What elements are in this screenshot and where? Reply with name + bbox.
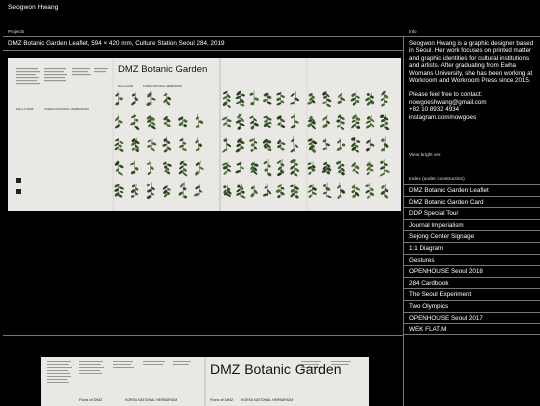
index-item[interactable]: Two Olympics bbox=[404, 300, 540, 312]
index-item[interactable]: 284 Cardbook bbox=[404, 277, 540, 289]
view-bright-link[interactable]: View bright ver. bbox=[409, 153, 442, 158]
index-item[interactable]: DMZ Botanic Garden Leaflet bbox=[404, 184, 540, 196]
info-column: Seogwon Hwang is a graphic designer base… bbox=[404, 36, 540, 406]
cover-sub-2: KOREA NATIONAL HERBARIUM bbox=[241, 398, 293, 402]
spread-left-sub-2: KOREA NATIONAL HERBARIUM bbox=[44, 107, 89, 111]
cover-left-sub-2: KOREA NATIONAL HERBARIUM bbox=[125, 398, 177, 402]
email-link[interactable]: nowgoeshwang@gmail.com bbox=[409, 99, 537, 106]
phone-text: +82 10 8932 4934 bbox=[409, 106, 537, 113]
cover-left-sub-1: Flora of DMZ bbox=[79, 397, 103, 402]
project-image-leaflet-cover[interactable]: Flora of DMZ KOREA NATIONAL HERBARIUM DM… bbox=[41, 357, 369, 406]
site-title[interactable]: Seogwon Hwang bbox=[8, 4, 58, 11]
index-item[interactable]: 1:1 Diagram bbox=[404, 242, 540, 254]
project-image-leaflet-spread[interactable]: Flora of DMZ KOREA NATIONAL HERBARIUM DM… bbox=[8, 58, 401, 211]
index-item[interactable]: WEK FLAT.M bbox=[404, 323, 540, 335]
leaflet-cover-graphic: Flora of DMZ KOREA NATIONAL HERBARIUM DM… bbox=[41, 357, 369, 406]
bio-block: Seogwon Hwang is a graphic designer base… bbox=[409, 40, 537, 121]
projects-label: Projects bbox=[8, 29, 24, 34]
index-item[interactable]: Gestures bbox=[404, 254, 540, 266]
spread-left-sub-1: Flora of DMZ bbox=[16, 107, 34, 111]
contact-intro: Please feel free to contact: bbox=[409, 91, 537, 98]
index-item[interactable]: OPENHOUSE Seoul 2018 bbox=[404, 265, 540, 277]
caption-divider bbox=[3, 50, 403, 51]
index-item[interactable]: Journal Imperialism bbox=[404, 219, 540, 231]
index-item[interactable]: The Seoul Experiment bbox=[404, 288, 540, 300]
project-divider bbox=[3, 335, 403, 336]
leaflet-spread-graphic: Flora of DMZ KOREA NATIONAL HERBARIUM DM… bbox=[8, 58, 401, 211]
bio-text: Seogwon Hwang is a graphic designer base… bbox=[409, 40, 537, 84]
instagram-link[interactable]: instagram.com/nowgoes bbox=[409, 114, 537, 121]
index-item[interactable]: OPENHOUSE Seoul 2017 bbox=[404, 312, 540, 324]
cover-sub-1: Flora of DMZ bbox=[210, 397, 234, 402]
project-caption: DMZ Botanic Garden Leaflet, 594 × 420 mm… bbox=[8, 40, 225, 47]
index-item[interactable]: Sejong Center Signage bbox=[404, 230, 540, 242]
index-item[interactable]: DMZ Botanic Garden Card bbox=[404, 196, 540, 208]
spread-sub-1: Flora of DMZ bbox=[118, 84, 134, 88]
projects-column: DMZ Botanic Garden Leaflet, 594 × 420 mm… bbox=[3, 36, 404, 406]
index-item[interactable]: DDP Special Tour bbox=[404, 207, 540, 219]
spread-title: DMZ Botanic Garden bbox=[118, 64, 207, 75]
spread-sub-2: KOREA NATIONAL HERBARIUM bbox=[143, 84, 182, 88]
index-header: Index (under construction) bbox=[409, 177, 465, 182]
info-label: Info bbox=[409, 29, 417, 34]
index-list: DMZ Botanic Garden Leaflet DMZ Botanic G… bbox=[404, 184, 540, 335]
cover-title: DMZ Botanic Garden bbox=[210, 361, 342, 377]
